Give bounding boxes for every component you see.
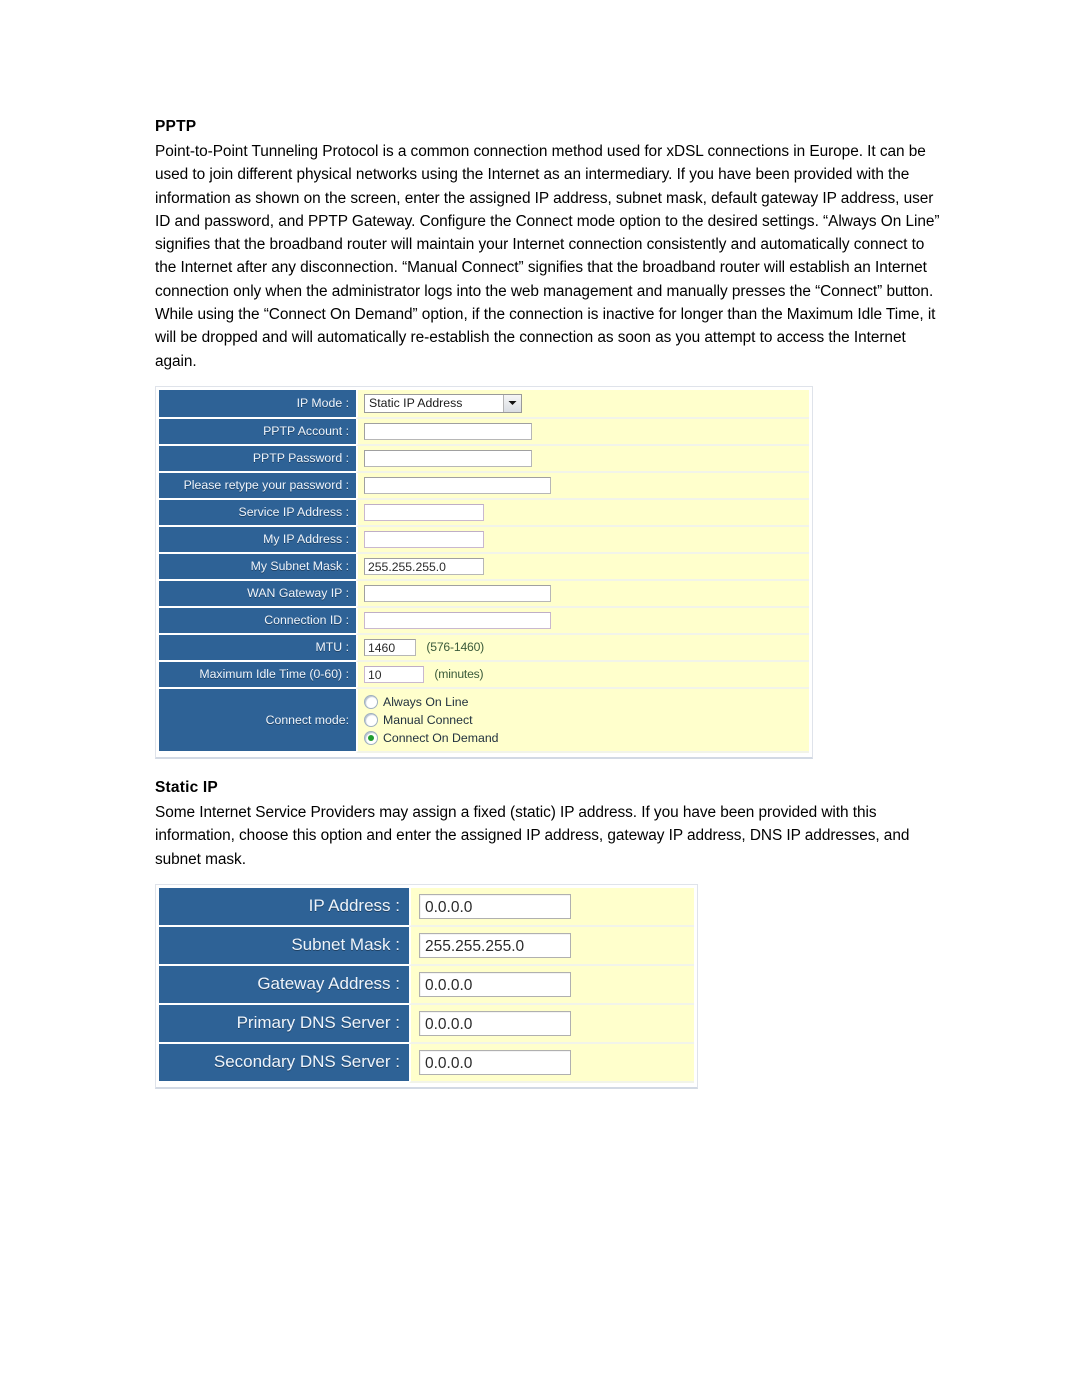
ip-mode-select[interactable]: Static IP Address: [364, 393, 522, 413]
secondary-dns-input[interactable]: 0.0.0.0: [419, 1049, 571, 1075]
mtu-label: MTU :: [159, 634, 356, 662]
radio-label: Connect On Demand: [383, 730, 499, 745]
row-connection-id: Connection ID :: [159, 607, 809, 635]
ip-mode-label: IP Mode :: [159, 389, 356, 419]
static-ip-form-table: IP Address : 0.0.0.0 Subnet Mask : 255.2…: [159, 887, 694, 1083]
static-ip-heading: Static IP: [155, 778, 218, 796]
row-retype-password: Please retype your password :: [159, 472, 809, 500]
row-wan-gateway-ip: WAN Gateway IP :: [159, 580, 809, 608]
retype-password-label: Please retype your password :: [159, 472, 356, 500]
pptp-settings-form: IP Mode : Static IP Address PPTP Account…: [155, 385, 813, 759]
row-my-ip: My IP Address :: [159, 526, 809, 554]
document-page: PPTP Point-to-Point Tunneling Protocol i…: [155, 0, 945, 1089]
row-max-idle-time: Maximum Idle Time (0-60) : 10 (minutes): [159, 661, 809, 689]
row-primary-dns: Primary DNS Server : 0.0.0.0: [159, 1004, 694, 1044]
row-connect-mode: Connect mode: Always On Line Manual Conn…: [159, 688, 809, 753]
chevron-down-icon[interactable]: [503, 394, 521, 412]
my-ip-input[interactable]: [364, 530, 484, 548]
max-idle-time-unit-hint: (minutes): [434, 667, 484, 682]
static-ip-paragraph: Some Internet Service Providers may assi…: [155, 803, 910, 868]
connect-mode-label: Connect mode:: [159, 688, 356, 753]
row-service-ip: Service IP Address :: [159, 499, 809, 527]
my-subnet-mask-label: My Subnet Mask :: [159, 553, 356, 581]
service-ip-input[interactable]: [364, 503, 484, 521]
secondary-dns-label: Secondary DNS Server :: [159, 1043, 409, 1083]
row-my-subnet-mask: My Subnet Mask : 255.255.255.0: [159, 553, 809, 581]
primary-dns-input[interactable]: 0.0.0.0: [419, 1010, 571, 1036]
row-secondary-dns: Secondary DNS Server : 0.0.0.0: [159, 1043, 694, 1083]
my-ip-label: My IP Address :: [159, 526, 356, 554]
max-idle-time-label: Maximum Idle Time (0-60) :: [159, 661, 356, 689]
row-pptp-password: PPTP Password :: [159, 445, 809, 473]
mtu-range-hint: (576-1460): [426, 640, 485, 655]
radio-connect-on-demand[interactable]: Connect On Demand: [364, 729, 803, 747]
mtu-input[interactable]: 1460: [364, 638, 416, 656]
row-gateway-address: Gateway Address : 0.0.0.0: [159, 965, 694, 1005]
max-idle-time-input[interactable]: 10: [364, 665, 424, 683]
ip-address-label: IP Address :: [159, 887, 409, 927]
pptp-account-input[interactable]: [364, 422, 532, 440]
row-ip-address: IP Address : 0.0.0.0: [159, 887, 694, 927]
radio-icon[interactable]: [364, 694, 378, 709]
radio-manual-connect[interactable]: Manual Connect: [364, 711, 803, 729]
pptp-password-label: PPTP Password :: [159, 445, 356, 473]
radio-selected-icon[interactable]: [364, 730, 378, 745]
pptp-form-table: IP Mode : Static IP Address PPTP Account…: [159, 389, 809, 753]
radio-label: Manual Connect: [383, 712, 473, 727]
pptp-account-label: PPTP Account :: [159, 418, 356, 446]
top-spacer: [155, 0, 945, 118]
radio-icon[interactable]: [364, 712, 378, 727]
pptp-paragraph: Point-to-Point Tunneling Protocol is a c…: [155, 143, 940, 370]
primary-dns-label: Primary DNS Server :: [159, 1004, 409, 1044]
gateway-address-input[interactable]: 0.0.0.0: [419, 971, 571, 997]
wan-gateway-ip-input[interactable]: [364, 584, 551, 602]
row-subnet-mask: Subnet Mask : 255.255.255.0: [159, 926, 694, 966]
service-ip-label: Service IP Address :: [159, 499, 356, 527]
pptp-heading: PPTP: [155, 118, 197, 135]
connection-id-input[interactable]: [364, 611, 551, 629]
static-ip-settings-form: IP Address : 0.0.0.0 Subnet Mask : 255.2…: [155, 883, 698, 1089]
connect-mode-radio-group: Always On Line Manual Connect Connect On…: [364, 693, 803, 747]
row-pptp-account: PPTP Account :: [159, 418, 809, 446]
connection-id-label: Connection ID :: [159, 607, 356, 635]
row-mtu: MTU : 1460 (576-1460): [159, 634, 809, 662]
wan-gateway-ip-label: WAN Gateway IP :: [159, 580, 356, 608]
radio-label: Always On Line: [383, 694, 469, 709]
row-ip-mode: IP Mode : Static IP Address: [159, 389, 809, 419]
retype-password-input[interactable]: [364, 476, 551, 494]
ip-address-input[interactable]: 0.0.0.0: [419, 893, 571, 919]
gateway-address-label: Gateway Address :: [159, 965, 409, 1005]
ip-mode-selected-value: Static IP Address: [369, 395, 463, 410]
pptp-password-input[interactable]: [364, 449, 532, 467]
subnet-mask-input[interactable]: 255.255.255.0: [419, 932, 571, 958]
subnet-mask-label: Subnet Mask :: [159, 926, 409, 966]
my-subnet-mask-input[interactable]: 255.255.255.0: [364, 557, 484, 575]
radio-always-on-line[interactable]: Always On Line: [364, 693, 803, 711]
